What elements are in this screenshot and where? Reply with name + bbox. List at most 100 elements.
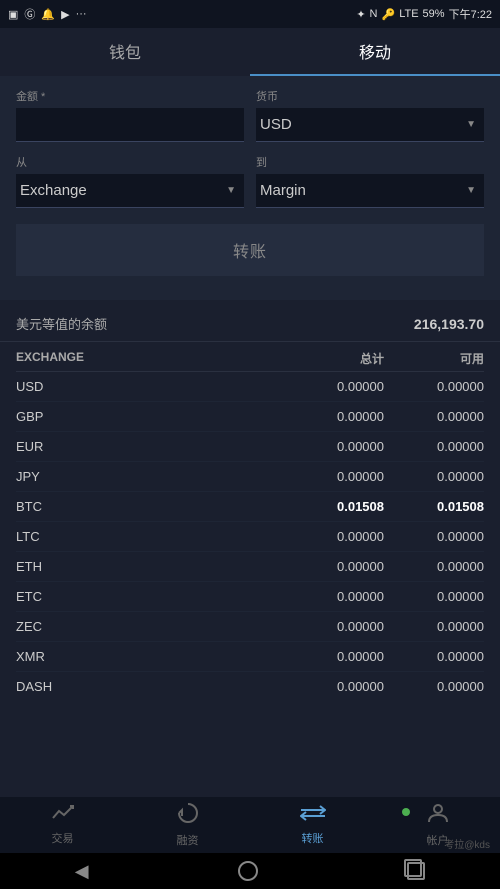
row-available: 0.00000 [384,409,484,424]
amount-currency-row: 金额 * 货币 USD ▼ [16,88,484,142]
currency-group: 货币 USD ▼ [256,88,484,142]
row-total: 0.00000 [274,409,384,424]
amount-input[interactable] [16,108,244,142]
row-total: 0.00000 [274,619,384,634]
row-currency-name: ETC [16,589,274,604]
table-row: XMR 0.00000 0.00000 [16,642,484,672]
from-label: 从 [16,154,244,170]
row-available: 0.00000 [384,649,484,664]
back-button[interactable]: ◀ [75,861,89,882]
recents-button[interactable] [407,862,425,880]
nav-transfer[interactable]: 转账 [250,804,375,846]
row-currency-name: USD [16,379,274,394]
tab-move[interactable]: 移动 [250,28,500,76]
row-total: 0.00000 [274,469,384,484]
table-row: ETH 0.00000 0.00000 [16,552,484,582]
currency-label: 货币 [256,88,484,104]
icon-dots: ··· [76,8,87,20]
to-group: 到 Margin ▼ [256,154,484,208]
row-currency-name: LTC [16,529,274,544]
row-total: 0.00000 [274,649,384,664]
from-select-display: Exchange ▼ [16,174,244,207]
row-available: 0.00000 [384,589,484,604]
transfer-label: 转账 [302,830,324,846]
key-icon: 🔑 [381,8,395,21]
table-row: ZEC 0.00000 0.00000 [16,612,484,642]
top-tab-bar: 钱包 移动 [0,28,500,76]
nav-fund[interactable]: 融资 [125,802,250,848]
row-currency-name: GBP [16,409,274,424]
from-chevron-icon: ▼ [226,185,236,196]
status-bar: ▣ Ⓖ 🔔 ▶ ··· ✦ N 🔑 LTE 59% 下午7:22 [0,0,500,28]
bottom-nav: 交易 融资 转账 帐户 [0,797,500,853]
time-display: 下午7:22 [449,6,492,22]
from-group: 从 Exchange ▼ [16,154,244,208]
row-currency-name: DASH [16,679,274,692]
row-total: 0.00000 [274,559,384,574]
row-total: 0.00000 [274,529,384,544]
to-chevron-icon: ▼ [466,185,476,196]
row-currency-name: JPY [16,469,274,484]
nav-trade[interactable]: 交易 [0,804,125,846]
status-right-icons: ✦ N 🔑 LTE 59% 下午7:22 [356,6,492,22]
row-available: 0.00000 [384,559,484,574]
home-button[interactable] [238,861,258,881]
bluetooth-icon: ✦ [356,8,365,21]
available-header: 可用 [384,350,484,367]
icon-g: Ⓖ [24,6,35,22]
table-row: BTC 0.01508 0.01508 [16,492,484,522]
row-total: 0.00000 [274,679,384,692]
row-currency-name: XMR [16,649,274,664]
row-currency-name: ETH [16,559,274,574]
tab-wallet[interactable]: 钱包 [0,28,250,76]
lte-icon: LTE [399,8,418,20]
to-select-display: Margin ▼ [256,174,484,207]
android-nav-bar: ◀ [0,853,500,889]
row-currency-name: ZEC [16,619,274,634]
online-status-dot [402,808,410,816]
transfer-icon [300,804,326,827]
row-available: 0.00000 [384,469,484,484]
to-label: 到 [256,154,484,170]
icon-play: ▶ [61,8,69,21]
status-left-icons: ▣ Ⓖ 🔔 ▶ ··· [8,6,87,22]
row-total: 0.00000 [274,379,384,394]
icon-square: ▣ [8,8,18,21]
row-total: 0.00000 [274,439,384,454]
account-icon [427,802,449,829]
fund-icon [177,802,199,829]
row-available: 0.00000 [384,679,484,692]
trade-label: 交易 [52,830,74,846]
total-header: 总计 [274,350,384,367]
to-select[interactable]: Margin ▼ [256,174,484,208]
balance-value: 216,193.70 [414,316,484,332]
currency-select-display: USD ▼ [256,108,484,141]
table-row: LTC 0.00000 0.00000 [16,522,484,552]
table-header: EXCHANGE 总计 可用 [16,342,484,372]
fund-label: 融资 [177,832,199,848]
form-area: 金额 * 货币 USD ▼ 从 Exchange ▼ 到 [0,76,500,300]
trade-icon [52,804,74,827]
currency-chevron-icon: ▼ [466,119,476,130]
transfer-btn-wrapper: 转账 [16,220,484,284]
icon-bell: 🔔 [41,8,55,21]
table-row: GBP 0.00000 0.00000 [16,402,484,432]
watermark: 考拉@kds [444,836,490,851]
table-row: JPY 0.00000 0.00000 [16,462,484,492]
table-row: DASH 0.00000 0.00000 [16,672,484,692]
amount-label: 金额 * [16,88,244,104]
table-section: EXCHANGE 总计 可用 USD 0.00000 0.00000 GBP 0… [0,342,500,692]
row-available: 0.00000 [384,439,484,454]
table-row: ETC 0.00000 0.00000 [16,582,484,612]
row-available: 0.00000 [384,529,484,544]
transfer-button[interactable]: 转账 [16,224,484,276]
row-total: 0.01508 [274,499,384,514]
exchange-label: EXCHANGE [16,350,274,367]
row-available: 0.00000 [384,379,484,394]
from-select[interactable]: Exchange ▼ [16,174,244,208]
battery-icon: 59% [423,8,445,20]
currency-select[interactable]: USD ▼ [256,108,484,142]
row-currency-name: EUR [16,439,274,454]
nfc-icon: N [370,8,378,20]
balance-label: 美元等值的余额 [16,314,107,333]
